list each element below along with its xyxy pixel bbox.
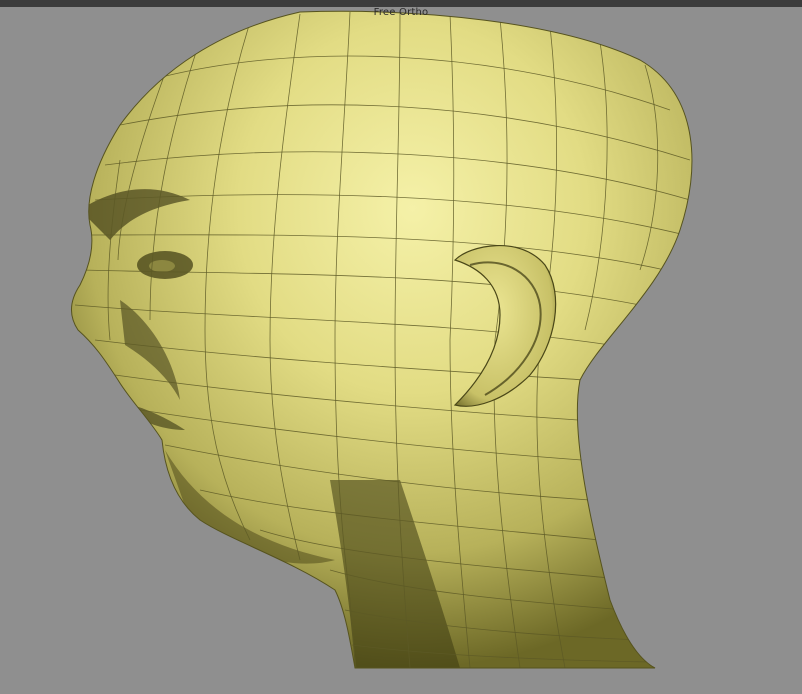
eye [149, 260, 175, 272]
viewport-label[interactable]: Free Ortho [0, 7, 802, 19]
head-mesh-model[interactable] [0, 0, 802, 694]
viewport[interactable]: Free Ortho [0, 0, 802, 694]
